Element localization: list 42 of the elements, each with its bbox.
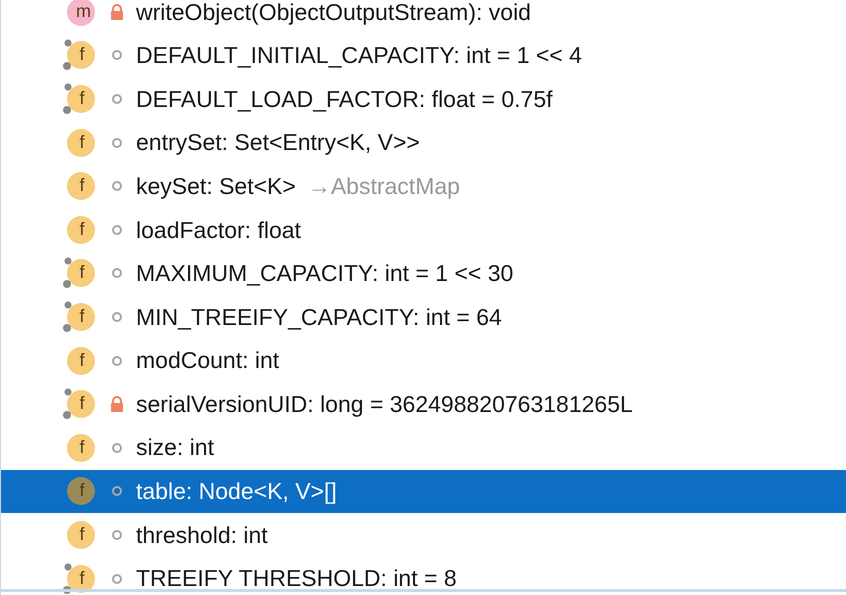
kind-letter: f <box>78 43 86 66</box>
kind-letter: f <box>78 174 86 198</box>
member-label: threshold: int <box>136 520 268 550</box>
member-label: modCount: int <box>136 346 280 376</box>
member-label: MIN_TREEIFY_CAPACITY: int = 64 <box>136 302 502 332</box>
tree-item[interactable]: f keySet: Set<K> →AbstractMap <box>1 164 846 208</box>
member-label: size: int <box>136 433 214 462</box>
member-label: entrySet: Set<Entry<K, V>> <box>136 128 420 158</box>
kind-letter: f <box>78 436 86 459</box>
kind-letter: f <box>78 566 86 590</box>
kind-letter: m <box>76 0 88 23</box>
kind-letter: f <box>78 130 86 154</box>
member-label: MAXIMUM_CAPACITY: int = 1 << 30 <box>136 259 514 288</box>
tree-item[interactable]: m writeObject(ObjectOutputStream): void <box>1 0 846 34</box>
tree-item[interactable]: f MAXIMUM_CAPACITY: int = 1 << 30 <box>1 252 846 296</box>
member-label: DEFAULT_LOAD_FACTOR: float = 0.75f <box>136 84 553 114</box>
kind-letter: f <box>78 304 86 328</box>
member-label: TREEIFY THRESHOLD: int = 8 <box>136 564 457 594</box>
kind-letter: f <box>78 86 86 110</box>
kind-letter: f <box>78 218 86 241</box>
tree-item[interactable]: f DEFAULT_LOAD_FACTOR: float = 0.75f <box>1 77 846 121</box>
tree-item[interactable]: f loadFactor: float <box>1 208 846 252</box>
member-label: table: Node<K, V>[] <box>136 477 337 506</box>
kind-letter: f <box>78 261 86 284</box>
member-label: DEFAULT_INITIAL_CAPACITY: int = 1 << 4 <box>136 41 582 70</box>
kind-letter: f <box>78 392 86 416</box>
tree-item[interactable]: f size: int <box>1 426 846 470</box>
inherited-from: →AbstractMap <box>308 172 460 201</box>
member-label: loadFactor: float <box>136 216 301 245</box>
member-label: serialVersionUID: long = 362498820763181265L <box>136 390 633 419</box>
tree-item[interactable]: f modCount: int <box>1 338 846 382</box>
tree-item[interactable]: f threshold: int <box>1 513 846 557</box>
tree-item[interactable]: f MIN_TREEIFY_CAPACITY: int = 64 <box>1 295 846 339</box>
kind-letter: f <box>78 348 86 372</box>
member-label: writeObject(ObjectOutputStream): void <box>136 0 531 27</box>
kind-letter: f <box>78 479 86 502</box>
tree-item[interactable]: f DEFAULT_INITIAL_CAPACITY: int = 1 << 4 <box>1 34 846 78</box>
tree-item[interactable]: f serialVersionUID: long = 362498820763181265L <box>1 382 846 426</box>
tree-item[interactable]: f entrySet: Set<Entry<K, V>> <box>1 120 846 164</box>
tree-item[interactable]: f table: Node<K, V>[] <box>1 470 846 514</box>
member-label: keySet: Set<K> <box>136 172 296 201</box>
kind-letter: f <box>78 522 86 546</box>
